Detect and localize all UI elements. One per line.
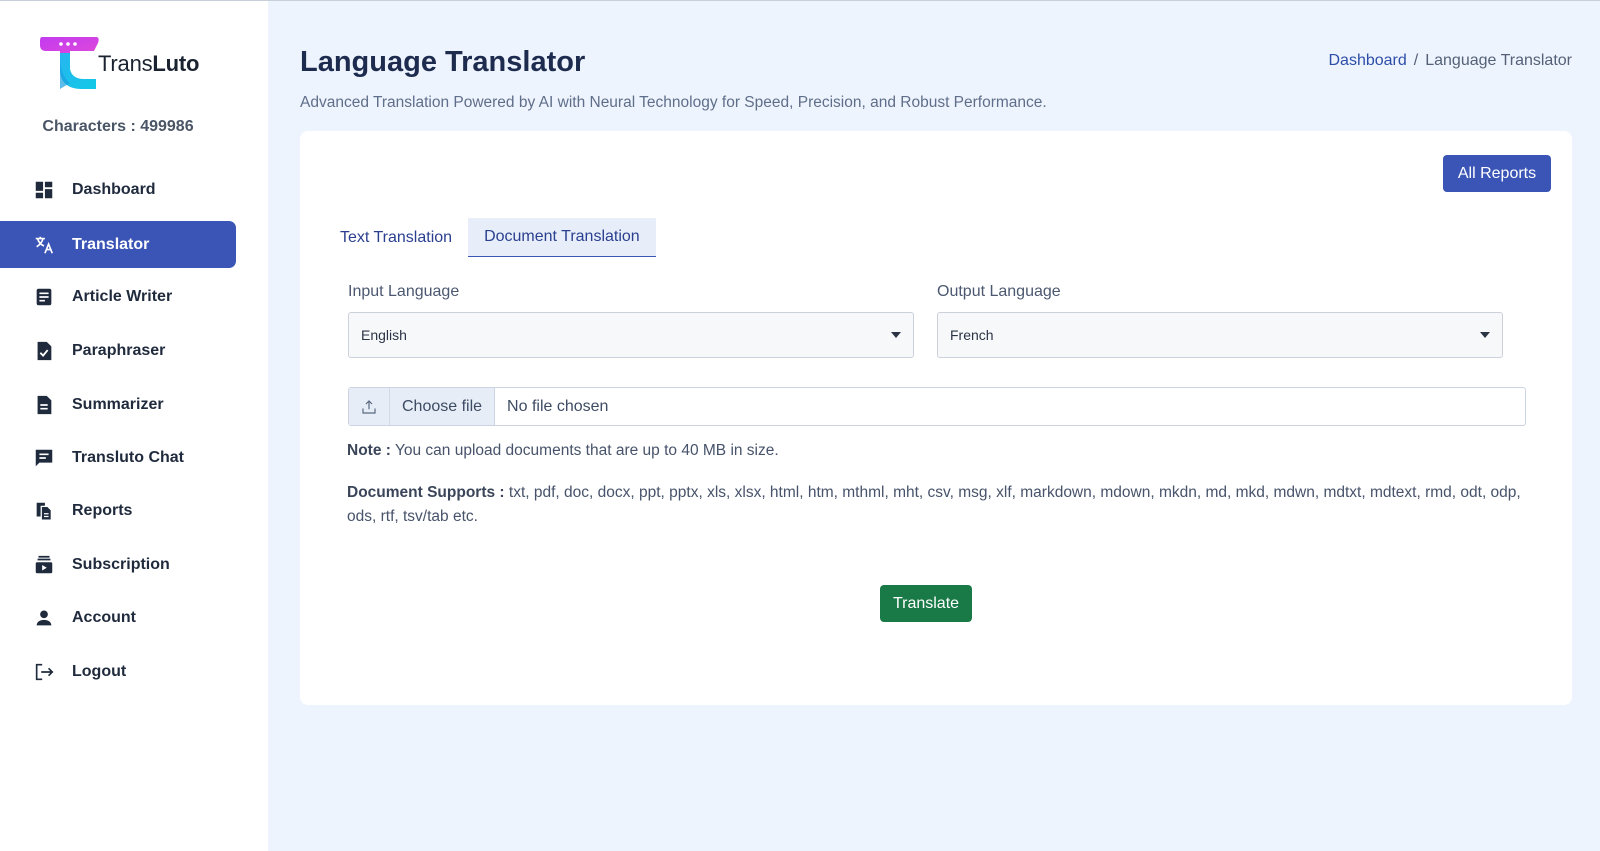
input-language-select[interactable]: English xyxy=(348,312,914,358)
sidebar-item-transluto-chat[interactable]: Transluto Chat xyxy=(0,434,236,481)
chat-icon xyxy=(33,447,55,469)
sidebar-item-label: Summarizer xyxy=(72,395,164,413)
output-language-value: French xyxy=(950,327,994,343)
upload-size-note: Note : You can upload documents that are… xyxy=(347,442,779,460)
paraphrase-icon xyxy=(33,340,55,362)
breadcrumb: Dashboard / Language Translator xyxy=(1328,52,1572,70)
translate-icon xyxy=(33,234,55,256)
supports-label: Document Supports : xyxy=(347,484,505,501)
sidebar-item-dashboard[interactable]: Dashboard xyxy=(0,166,236,213)
note-label: Note : xyxy=(347,442,391,459)
page-subtitle: Advanced Translation Powered by AI with … xyxy=(300,94,1047,111)
upload-icon xyxy=(349,388,390,425)
translator-card: All Reports Text Translation Document Tr… xyxy=(300,131,1572,705)
brand-name: TransLuto xyxy=(98,51,200,76)
brand-logo[interactable]: TransLuto xyxy=(38,35,208,91)
sidebar-item-subscription[interactable]: Subscription xyxy=(0,541,236,588)
summarize-icon xyxy=(33,394,55,416)
note-text: You can upload documents that are up to … xyxy=(390,442,779,459)
input-language-label: Input Language xyxy=(348,283,460,300)
choose-file-button[interactable]: Choose file xyxy=(390,388,496,425)
supports-text: txt, pdf, doc, docx, ppt, pptx, xls, xls… xyxy=(347,484,1521,525)
sidebar-item-paraphraser[interactable]: Paraphraser xyxy=(0,327,236,374)
caret-down-icon xyxy=(891,332,901,338)
sidebar-item-label: Transluto Chat xyxy=(72,448,185,466)
article-icon xyxy=(33,286,55,308)
sidebar-item-label: Account xyxy=(72,608,136,626)
sidebar-item-label: Dashboard xyxy=(72,180,156,198)
sidebar-item-label: Reports xyxy=(72,501,133,519)
account-icon xyxy=(33,607,55,629)
page-title: Language Translator xyxy=(300,46,586,78)
file-upload-input[interactable]: Choose file No file chosen xyxy=(348,387,1526,426)
translate-button[interactable]: Translate xyxy=(880,585,972,622)
caret-down-icon xyxy=(1480,332,1490,338)
input-language-value: English xyxy=(361,327,407,343)
sidebar-item-label: Logout xyxy=(72,662,127,680)
reports-icon xyxy=(33,500,55,522)
subscription-icon xyxy=(33,554,55,576)
translation-tabs: Text Translation Document Translation xyxy=(324,218,656,257)
all-reports-button[interactable]: All Reports xyxy=(1443,155,1551,192)
breadcrumb-dashboard-link[interactable]: Dashboard xyxy=(1328,52,1406,69)
dashboard-icon xyxy=(33,179,55,201)
sidebar: TransLuto Characters : 499986 Dashboard … xyxy=(0,1,268,851)
sidebar-item-article-writer[interactable]: Article Writer xyxy=(0,273,236,320)
file-status: No file chosen xyxy=(507,397,609,415)
sidebar-item-label: Paraphraser xyxy=(72,341,166,359)
sidebar-item-label: Translator xyxy=(72,235,150,253)
characters-count: Characters : 499986 xyxy=(42,118,194,135)
breadcrumb-current: Language Translator xyxy=(1425,52,1572,69)
sidebar-item-summarizer[interactable]: Summarizer xyxy=(0,381,236,428)
sidebar-item-label: Article Writer xyxy=(72,287,173,305)
logout-icon xyxy=(33,661,55,683)
output-language-select[interactable]: French xyxy=(937,312,1503,358)
tab-document-translation[interactable]: Document Translation xyxy=(468,218,656,257)
transluto-logo-icon xyxy=(40,37,99,89)
breadcrumb-separator: / xyxy=(1413,52,1419,69)
sidebar-item-reports[interactable]: Reports xyxy=(0,487,236,534)
sidebar-item-account[interactable]: Account xyxy=(0,594,236,641)
sidebar-item-label: Subscription xyxy=(72,555,170,573)
output-language-label: Output Language xyxy=(937,283,1061,300)
sidebar-item-translator[interactable]: Translator xyxy=(0,221,236,268)
tab-text-translation[interactable]: Text Translation xyxy=(324,218,468,257)
document-supports: Document Supports : txt, pdf, doc, docx,… xyxy=(347,481,1527,529)
sidebar-item-logout[interactable]: Logout xyxy=(0,648,236,695)
